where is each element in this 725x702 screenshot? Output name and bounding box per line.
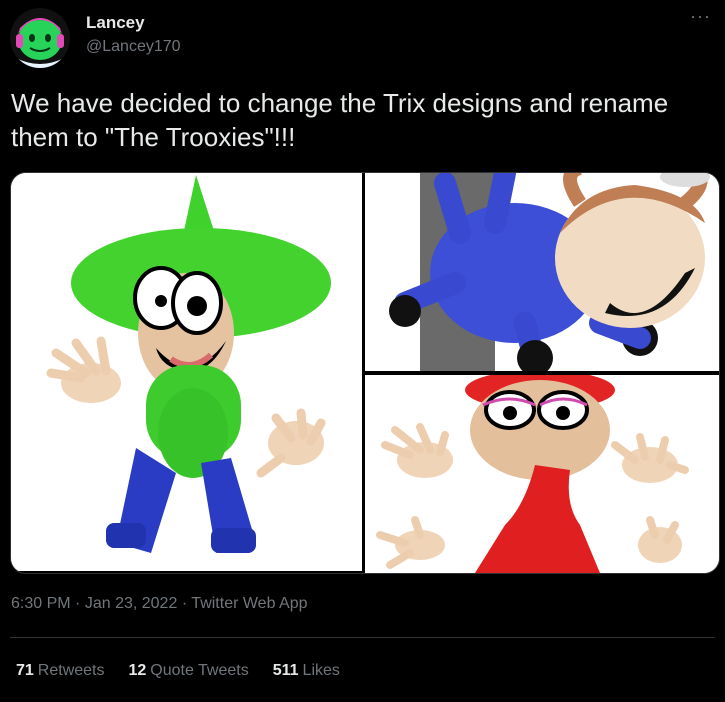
avatar-image xyxy=(10,8,70,68)
media-grid xyxy=(10,172,720,574)
meta-separator: · xyxy=(75,595,81,612)
green-character-illustration xyxy=(11,173,362,571)
blue-character-illustration xyxy=(365,173,719,371)
tweet-text: We have decided to change the Trix desig… xyxy=(11,88,669,152)
quote-tweets-count: 12 xyxy=(128,662,147,679)
tweet-meta: 6:30 PM · Jan 23, 2022 · Twitter Web App xyxy=(11,595,308,613)
tweet-time[interactable]: 6:30 PM xyxy=(11,595,71,612)
tweet-stats: 71 Retweets 12 Quote Tweets 511 Likes xyxy=(16,662,340,680)
media-image-2[interactable] xyxy=(365,173,719,371)
quote-tweets-label: Quote Tweets xyxy=(150,662,249,679)
likes-stat[interactable]: 511 Likes xyxy=(273,662,340,680)
retweets-label: Retweets xyxy=(37,662,105,679)
author-handle[interactable]: @Lancey170 xyxy=(86,38,181,56)
tweet-date[interactable]: Jan 23, 2022 xyxy=(85,595,178,612)
media-image-3[interactable] xyxy=(365,375,719,573)
avatar[interactable] xyxy=(10,8,70,68)
author-name[interactable]: Lancey xyxy=(86,13,145,33)
likes-label: Likes xyxy=(302,662,340,679)
meta-separator: · xyxy=(181,595,188,612)
tweet-client[interactable]: Twitter Web App xyxy=(191,595,307,612)
retweets-stat[interactable]: 71 Retweets xyxy=(16,662,105,680)
quote-tweets-stat[interactable]: 12 Quote Tweets xyxy=(129,662,249,680)
likes-count: 511 xyxy=(272,662,299,679)
red-character-illustration xyxy=(365,375,719,573)
more-options-icon[interactable]: ··· xyxy=(690,6,711,27)
retweets-count: 71 xyxy=(16,662,34,679)
media-image-1[interactable] xyxy=(11,173,362,571)
divider xyxy=(10,637,715,638)
